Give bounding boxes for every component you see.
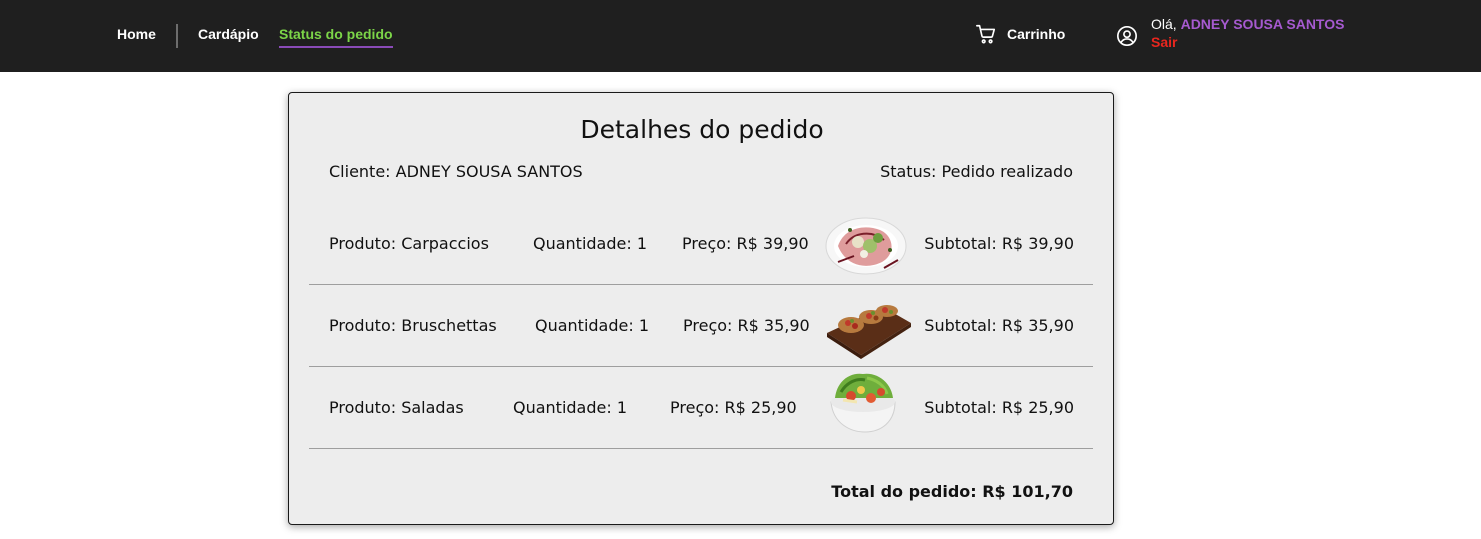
order-status: Status: Pedido realizado (880, 162, 1073, 181)
page-title: Detalhes do pedido (580, 115, 824, 144)
order-item-row: Produto: Carpaccios Quantidade: 1 Preço:… (309, 203, 1093, 285)
top-navigation-bar: Home Cardápio Status do pedido Carrinho … (0, 0, 1481, 72)
product-quantity: Quantidade: 1 (533, 234, 648, 253)
product-subtotal: Subtotal: R$ 35,90 (924, 316, 1074, 335)
product-quantity: Quantidade: 1 (535, 316, 650, 335)
product-subtotal: Subtotal: R$ 25,90 (924, 398, 1074, 417)
product-name: Produto: Bruschettas (329, 316, 497, 335)
carpaccio-image (825, 217, 907, 275)
order-total: Total do pedido: R$ 101,70 (831, 482, 1073, 501)
product-price: Preço: R$ 39,90 (682, 234, 809, 253)
cart-button[interactable]: Carrinho (975, 20, 1065, 48)
nav-cardapio-link[interactable]: Cardápio (198, 26, 259, 42)
product-price: Preço: R$ 35,90 (683, 316, 810, 335)
product-name: Produto: Carpaccios (329, 234, 489, 253)
nav-divider (176, 24, 178, 48)
user-greeting: Olá, ADNEY SOUSA SANTOS (1151, 16, 1344, 32)
user-name: ADNEY SOUSA SANTOS (1180, 16, 1345, 32)
product-subtotal: Subtotal: R$ 39,90 (924, 234, 1074, 253)
order-details-card: Detalhes do pedido Cliente: ADNEY SOUSA … (288, 92, 1114, 525)
client-name: Cliente: ADNEY SOUSA SANTOS (329, 162, 583, 181)
order-item-row: Produto: Bruschettas Quantidade: 1 Preço… (309, 285, 1093, 367)
salad-image (830, 373, 896, 433)
product-quantity: Quantidade: 1 (513, 398, 628, 417)
nav-status-link[interactable]: Status do pedido (279, 26, 393, 48)
order-item-row: Produto: Saladas Quantidade: 1 Preço: R$… (309, 367, 1093, 449)
bruschetta-image (827, 305, 911, 359)
greeting-text: Olá, (1151, 16, 1177, 32)
product-price: Preço: R$ 25,90 (670, 398, 797, 417)
nav-home-link[interactable]: Home (117, 26, 156, 42)
shopping-cart-icon (975, 23, 997, 45)
cart-label: Carrinho (1007, 26, 1066, 42)
logout-link[interactable]: Sair (1151, 34, 1177, 50)
product-name: Produto: Saladas (329, 398, 464, 417)
user-profile-icon[interactable] (1116, 25, 1138, 47)
